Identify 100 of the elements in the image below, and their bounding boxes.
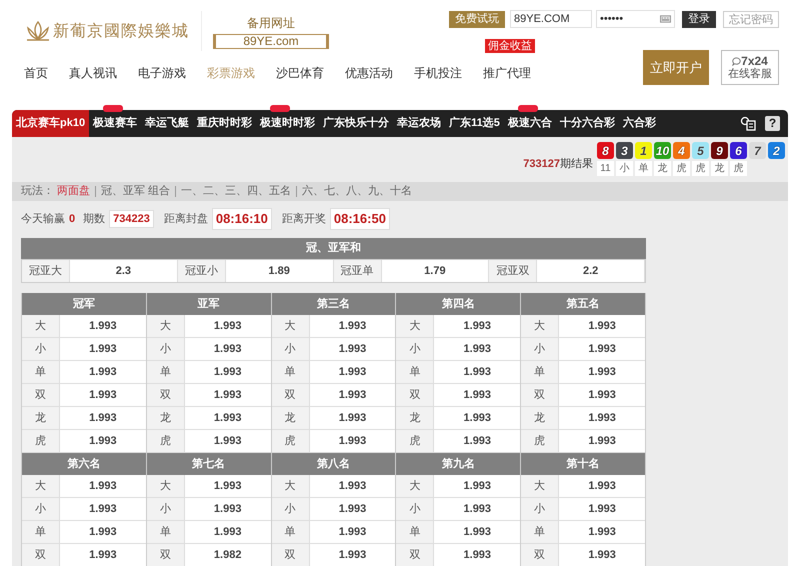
login-button[interactable]: 登录 [682, 10, 716, 28]
odds-cell[interactable]: 1.993 [559, 315, 645, 337]
signup-button[interactable]: 立即开户 [643, 50, 709, 85]
play-mode-link[interactable]: 六、七、八、九、十名 [302, 183, 412, 200]
table-cell: 双 [272, 544, 310, 566]
table-cell: 双 [22, 544, 60, 566]
odds-cell[interactable]: 1.993 [434, 430, 520, 452]
odds-cell[interactable]: 1.993 [60, 361, 146, 383]
odds-cell[interactable]: 1.993 [310, 430, 396, 452]
nav-link[interactable]: 优惠活动 [345, 66, 393, 80]
odds-cell[interactable]: 1.993 [559, 384, 645, 406]
nav-link[interactable]: 首页 [24, 66, 48, 80]
table-cell: 大 [272, 475, 310, 497]
game-tab[interactable]: 重庆时时彩 [193, 110, 256, 137]
odds-cell[interactable]: 1.993 [310, 498, 396, 520]
odds-cell[interactable]: 1.993 [310, 475, 396, 497]
odds-cell[interactable]: 1.993 [559, 475, 645, 497]
table-cell: 虎 [521, 430, 560, 452]
odds-cell[interactable]: 1.993 [434, 407, 520, 429]
username-field[interactable]: 89YE.COM [510, 10, 592, 28]
odds-cell[interactable]: 1.993 [310, 407, 396, 429]
game-tab[interactable]: 六合彩 [618, 110, 660, 137]
odds-cell[interactable]: 1.993 [60, 521, 146, 543]
odds-cell[interactable]: 1.993 [60, 544, 146, 566]
odds-cell[interactable]: 1.993 [434, 498, 520, 520]
game-tab[interactable]: 广东11选5 [445, 110, 504, 137]
play-mode-link[interactable]: 一、二、三、四、五名 [181, 183, 292, 200]
nav-link[interactable]: 电子游戏 [138, 66, 186, 80]
odds-cell[interactable]: 1.993 [559, 544, 645, 566]
table-header: 第三名 [272, 293, 396, 315]
game-tab[interactable]: 十分六合彩 [556, 110, 619, 137]
odds-cell[interactable]: 1.993 [559, 407, 645, 429]
backup-url-box[interactable]: 89YE.com [213, 34, 329, 48]
game-tab[interactable]: 幸运农场 [393, 110, 446, 137]
table-cell: 小 [396, 338, 434, 360]
odds-cell[interactable]: 1.993 [184, 315, 271, 337]
odds-cell[interactable]: 1.993 [434, 315, 520, 337]
table-header: 亚军 [146, 293, 271, 315]
winloss-value: 0 [69, 212, 76, 227]
game-tab[interactable]: 极速赛车 [89, 110, 142, 137]
table-cell: 小 [22, 338, 60, 360]
odds-cell[interactable]: 1.993 [184, 407, 271, 429]
odds-cell[interactable]: 1.993 [310, 544, 396, 566]
play-mode-link[interactable]: 两面盘 [57, 183, 90, 200]
password-field[interactable]: •••••• [596, 10, 675, 28]
table-cell: 小 [146, 498, 185, 520]
odds-cell[interactable]: 1.993 [60, 475, 146, 497]
odds-cell[interactable]: 1.993 [184, 384, 271, 406]
odds-cell[interactable]: 1.993 [60, 407, 146, 429]
odds-cell[interactable]: 1.993 [184, 361, 271, 383]
odds-cell[interactable]: 1.993 [559, 430, 645, 452]
keyboard-icon[interactable] [660, 15, 671, 23]
card-icon[interactable] [740, 116, 756, 131]
odds-cell[interactable]: 1.993 [184, 338, 271, 360]
table-cell: 小 [396, 498, 434, 520]
result-label: 期结果 [560, 158, 593, 170]
table-cell: 大 [22, 475, 60, 497]
nav-link[interactable]: 手机投注 [414, 66, 462, 80]
odds-cell[interactable]: 1.993 [434, 544, 520, 566]
support-button[interactable]: 7x24 在线客服 [721, 50, 779, 85]
odds-cell[interactable]: 1.993 [310, 338, 396, 360]
help-button[interactable]: ? [765, 116, 780, 131]
odds-cell[interactable]: 1.993 [310, 521, 396, 543]
game-tab[interactable]: 广东快乐十分 [319, 110, 394, 137]
odds-cell[interactable]: 1.993 [310, 361, 396, 383]
play-mode-link[interactable]: 冠、亚军 组合 [101, 183, 170, 200]
odds-cell[interactable]: 1.993 [434, 475, 520, 497]
odds-cell[interactable]: 1.993 [60, 430, 146, 452]
password-input[interactable]: •••••• [600, 10, 660, 28]
odds-cell[interactable]: 1.993 [60, 384, 146, 406]
odds-cell[interactable]: 1.982 [184, 544, 271, 566]
odds-cell[interactable]: 1.993 [434, 521, 520, 543]
odds-cell[interactable]: 1.993 [559, 498, 645, 520]
odds-cell[interactable]: 1.993 [434, 338, 520, 360]
odds-cell[interactable]: 1.993 [310, 315, 396, 337]
odds-cell[interactable]: 1.993 [434, 361, 520, 383]
table-cell: 双 [146, 544, 185, 566]
nav-link[interactable]: 沙巴体育 [276, 66, 324, 80]
game-tab[interactable]: 北京赛车pk10 [12, 110, 90, 137]
odds-cell[interactable]: 1.993 [184, 498, 271, 520]
free-trial-button[interactable]: 免费试玩 [449, 10, 505, 28]
odds-cell[interactable]: 1.993 [184, 475, 271, 497]
odds-cell[interactable]: 1.993 [184, 430, 271, 452]
nav-link[interactable]: 真人视讯 [69, 66, 117, 80]
odds-cell[interactable]: 1.993 [559, 361, 645, 383]
odds-cell[interactable]: 1.993 [60, 498, 146, 520]
odds-cell[interactable]: 1.993 [60, 315, 146, 337]
result-stat: 虎 [730, 161, 747, 176]
nav-link[interactable]: 推广代理 [483, 66, 531, 80]
odds-cell[interactable]: 1.993 [310, 384, 396, 406]
odds-cell[interactable]: 2.2 [537, 260, 645, 282]
game-tab[interactable]: 极速六合 [504, 110, 556, 137]
odds-cell[interactable]: 1.993 [434, 384, 520, 406]
odds-cell[interactable]: 1.993 [559, 521, 645, 543]
odds-cell[interactable]: 1.993 [60, 338, 146, 360]
odds-cell[interactable]: 1.993 [559, 338, 645, 360]
odds-cell[interactable]: 1.993 [184, 521, 271, 543]
table-cell: 大 [396, 315, 434, 337]
game-tab[interactable]: 极速时时彩 [256, 110, 320, 137]
game-tab[interactable]: 幸运飞艇 [141, 110, 194, 137]
